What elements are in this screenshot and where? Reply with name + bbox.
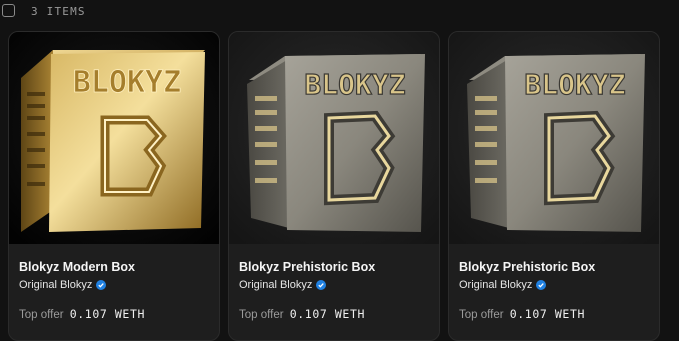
top-offer-label: Top offer: [459, 309, 504, 321]
top-offer-label: Top offer: [239, 309, 284, 321]
collection-link[interactable]: Original Blokyz: [459, 279, 547, 291]
verified-badge-icon: [536, 280, 547, 290]
nft-card[interactable]: BLOKYZ Blokyz Modern Box Original Blokyz: [8, 31, 220, 341]
nft-name[interactable]: Blokyz Modern Box: [19, 260, 135, 274]
nft-card[interactable]: BLOKYZ Blokyz Prehistoric Box Original B…: [448, 31, 660, 341]
blokyz-logo-text: BLOKYZ: [73, 65, 181, 100]
verified-badge-icon: [316, 280, 327, 290]
nft-name[interactable]: Blokyz Prehistoric Box: [239, 260, 375, 274]
nft-image[interactable]: BLOKYZ: [229, 32, 439, 244]
collection-name: Original Blokyz: [459, 279, 533, 291]
items-count-label: 3 ITEMS: [31, 5, 86, 18]
top-offer: Top offer 0.107 WETH: [239, 307, 365, 321]
top-offer-price: 0.107 WETH: [509, 307, 585, 321]
top-offer-price: 0.107 WETH: [69, 307, 145, 321]
collection-name: Original Blokyz: [239, 279, 313, 291]
results-header: 3 ITEMS: [0, 0, 679, 26]
blokyz-logo-text: BLOKYZ: [304, 68, 405, 101]
top-offer: Top offer 0.107 WETH: [459, 307, 585, 321]
top-offer: Top offer 0.107 WETH: [19, 307, 145, 321]
nft-image[interactable]: BLOKYZ: [449, 32, 659, 244]
top-offer-price: 0.107 WETH: [289, 307, 365, 321]
top-offer-label: Top offer: [19, 309, 64, 321]
nft-image[interactable]: BLOKYZ: [9, 32, 219, 244]
nft-name[interactable]: Blokyz Prehistoric Box: [459, 260, 595, 274]
collection-link[interactable]: Original Blokyz: [19, 279, 107, 291]
collection-link[interactable]: Original Blokyz: [239, 279, 327, 291]
blokyz-logo-text: BLOKYZ: [524, 68, 625, 101]
verified-badge-icon: [96, 280, 107, 290]
nft-card[interactable]: BLOKYZ Blokyz Prehistoric Box Original B…: [228, 31, 440, 341]
select-all-checkbox[interactable]: [2, 4, 15, 17]
collection-name: Original Blokyz: [19, 279, 93, 291]
